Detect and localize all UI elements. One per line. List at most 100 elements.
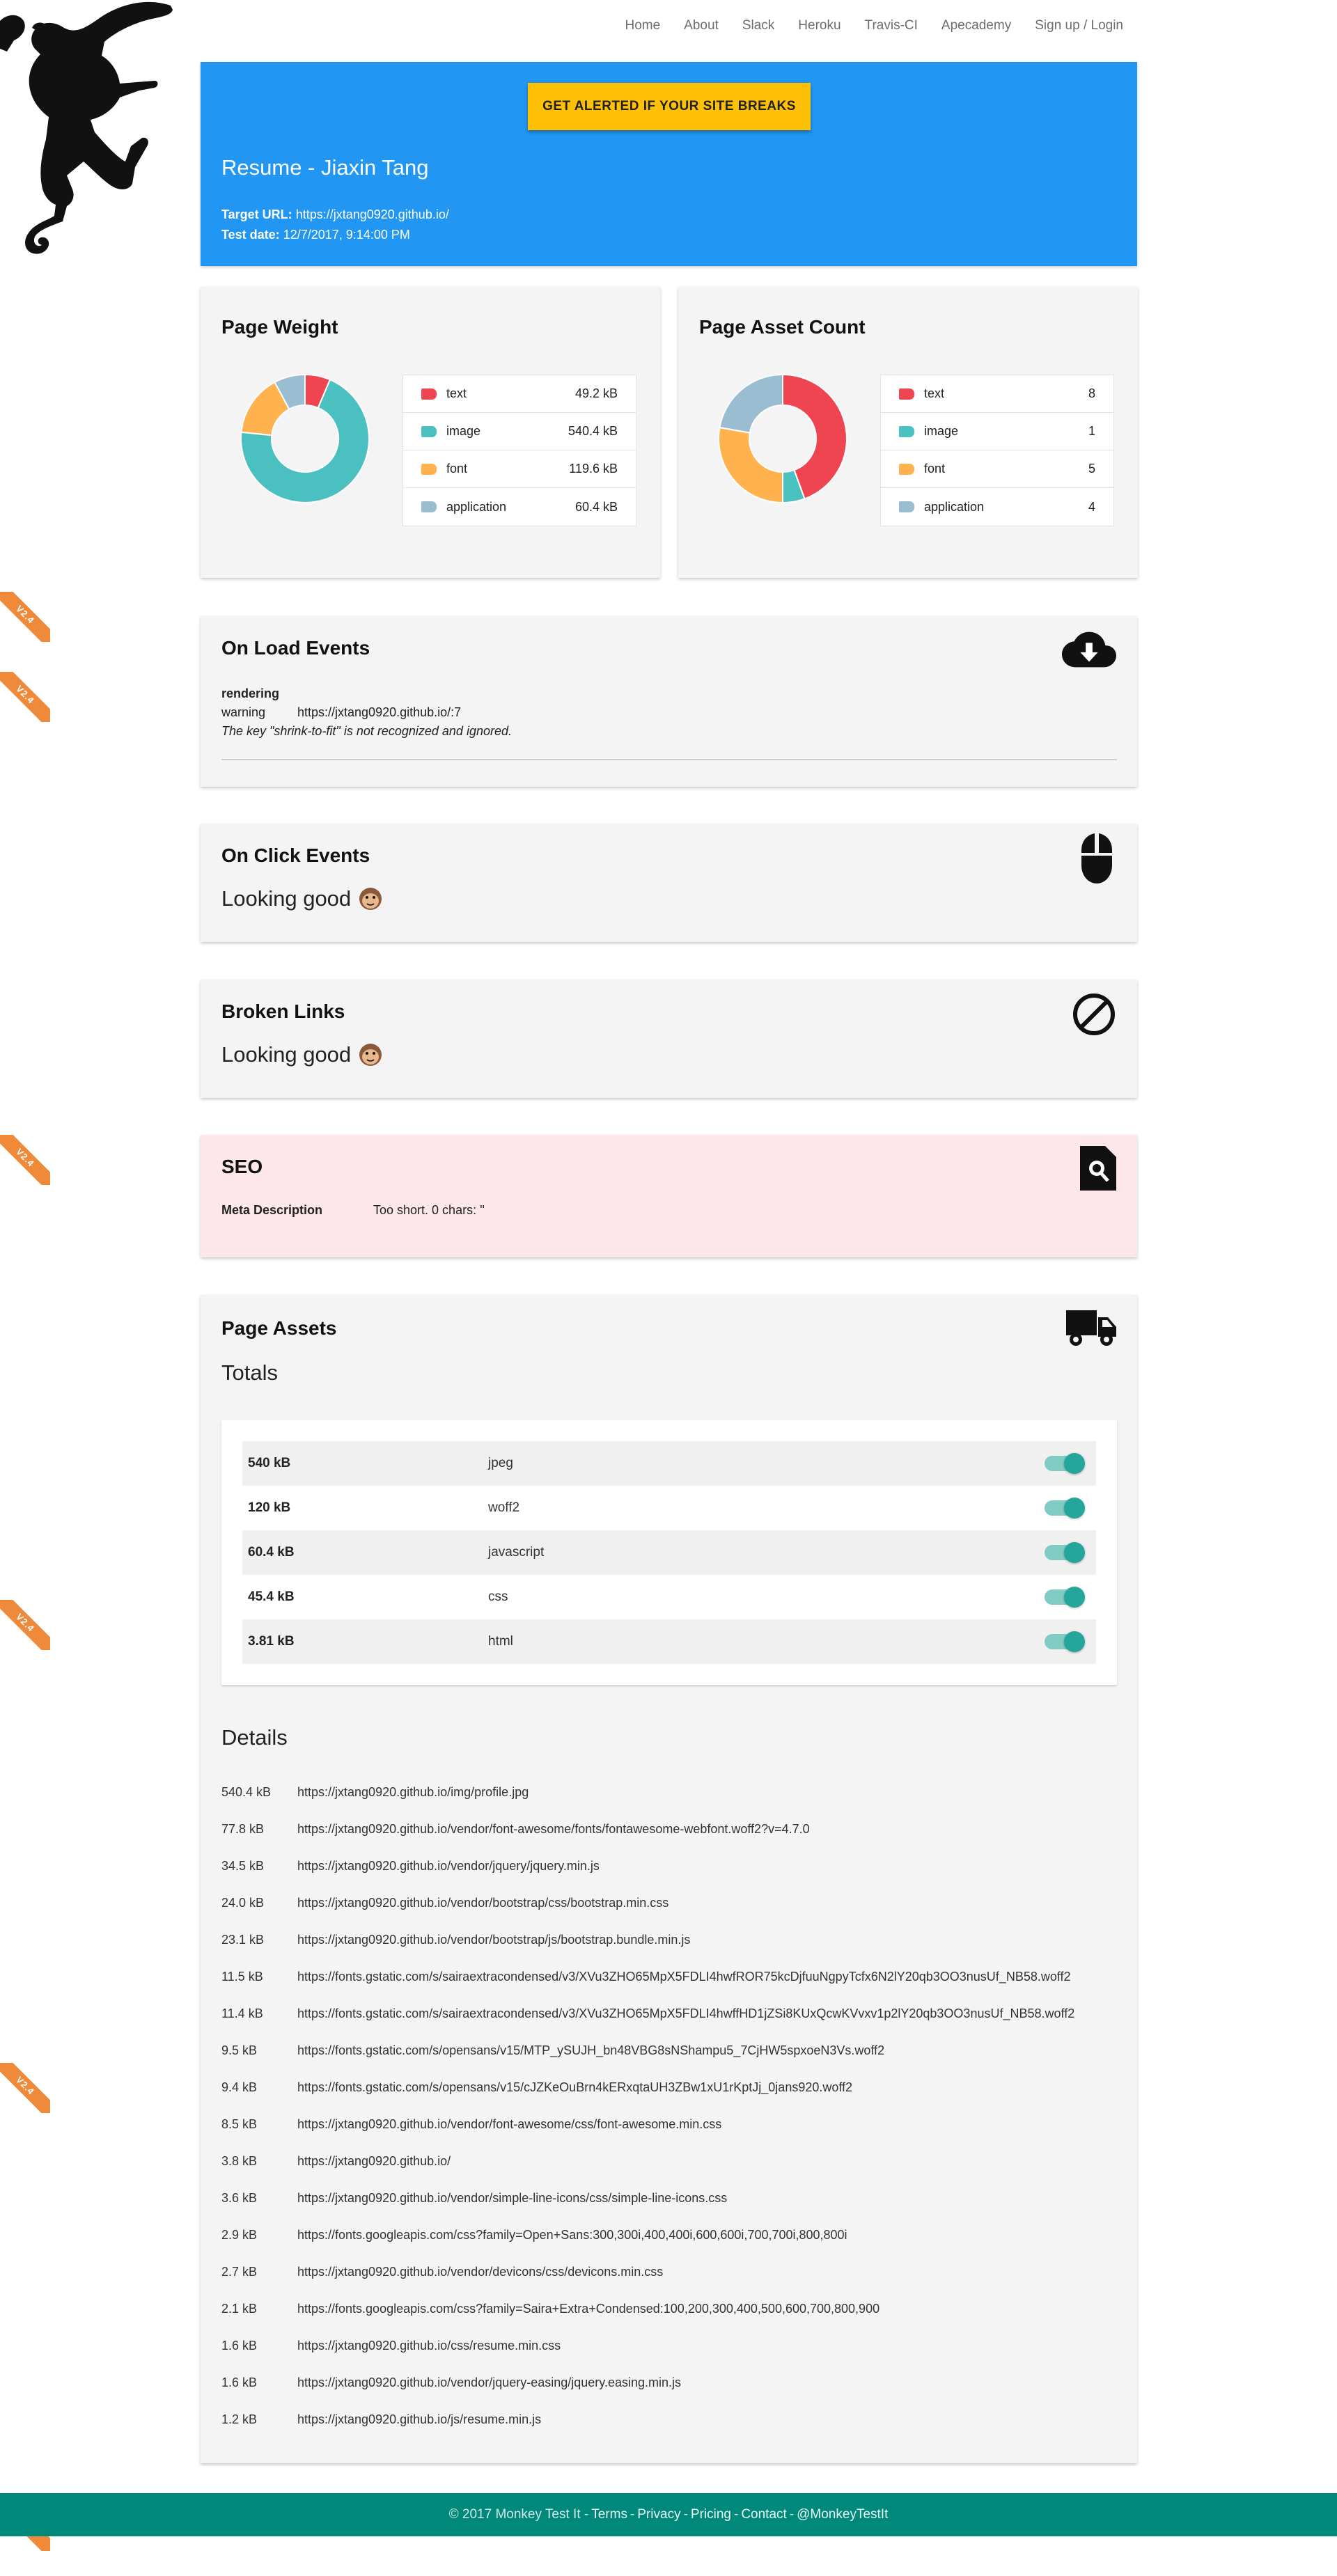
nav-apecademy-link[interactable]: Apecademy — [941, 18, 1011, 33]
tag-icon — [421, 425, 437, 437]
detail-size: 9.4 kB — [221, 2080, 258, 2094]
detail-size: 1.6 kB — [221, 2375, 258, 2389]
type-toggle[interactable] — [1045, 1453, 1085, 1474]
monkey-logo[interactable] — [0, 0, 174, 258]
detail-size: 11.5 kB — [221, 1970, 263, 1984]
detail-url[interactable]: https://fonts.gstatic.com/s/opensans/v15… — [297, 2043, 884, 2058]
footer: © 2017 Monkey Test It - Terms - Privacy … — [0, 2493, 1337, 2536]
page-weight-legend: text 49.2 kB image 540.4 kB font 119.6 kB a… — [402, 375, 636, 526]
type-toggle[interactable] — [1045, 1542, 1085, 1563]
donut-slice-font[interactable] — [718, 426, 783, 504]
detail-size: 8.5 kB — [221, 2117, 258, 2131]
legend-label: font — [446, 462, 468, 476]
detail-size: 540.4 kB — [221, 1785, 272, 1799]
version-ribbon: V2.4 — [0, 672, 50, 722]
detail-url[interactable]: https://jxtang0920.github.io/vendor/font… — [297, 1822, 810, 1837]
detail-url[interactable]: https://jxtang0920.github.io/vendor/jque… — [297, 1859, 600, 1874]
detail-row: 11.5 kB https://fonts.gstatic.com/s/saira… — [221, 1958, 1120, 1995]
detail-size: 23.1 kB — [221, 1933, 265, 1947]
detail-row: 11.4 kB https://fonts.gstatic.com/s/saira… — [221, 1995, 1120, 2032]
footer-pricing-link[interactable]: Pricing — [691, 2507, 731, 2522]
legend-item-image: image 540.4 kB — [403, 413, 636, 450]
detail-url[interactable]: https://jxtang0920.github.io/css/resume.… — [297, 2339, 561, 2353]
test-date-label: Test date: — [221, 228, 280, 242]
target-url-value: https://jxtang0920.github.io/ — [295, 207, 449, 221]
nav-heroku-link[interactable]: Heroku — [798, 18, 840, 33]
type-toggle[interactable] — [1045, 1498, 1085, 1518]
footer-privacy-link[interactable]: Privacy — [637, 2507, 680, 2522]
detail-url[interactable]: https://jxtang0920.github.io/img/profile… — [297, 1785, 529, 1800]
detail-url[interactable]: https://jxtang0920.github.io/js/resume.m… — [297, 2412, 541, 2427]
broken-links-card: Broken Links Looking good — [201, 980, 1137, 1098]
totals-table: 540 kB jpeg 120 kB woff2 60.4 kB javascript 45… — [221, 1420, 1117, 1685]
legend-label: font — [924, 462, 946, 476]
totals-row: 45.4 kB css — [242, 1575, 1096, 1619]
legend-item-application: application 60.4 kB — [403, 488, 636, 526]
event-location: https://jxtang0920.github.io/:7 — [297, 705, 462, 719]
nav-about-link[interactable]: About — [684, 18, 719, 33]
on-click-status: Looking good — [221, 886, 383, 911]
detail-url[interactable]: https://fonts.googleapis.com/css?family=… — [297, 2302, 879, 2316]
monkey-face-icon — [359, 888, 382, 910]
on-load-events-card: On Load Events rendering warning https://… — [201, 616, 1137, 787]
total-size: 540 kB — [248, 1456, 291, 1470]
totals-row: 3.81 kB html — [242, 1619, 1096, 1664]
detail-size: 9.5 kB — [221, 2043, 258, 2057]
footer-terms-link[interactable]: Terms — [591, 2507, 627, 2522]
detail-url[interactable]: https://jxtang0920.github.io/ — [297, 2154, 451, 2169]
tag-icon — [899, 463, 914, 475]
legend-item-image: image 1 — [881, 413, 1113, 450]
nav-slack-link[interactable]: Slack — [742, 18, 774, 33]
on-load-events-title: On Load Events — [221, 637, 370, 659]
monkey-face-icon — [359, 1044, 382, 1066]
nav-home-link[interactable]: Home — [625, 18, 660, 33]
detail-url[interactable]: https://fonts.googleapis.com/css?family=… — [297, 2228, 847, 2243]
version-ribbon: V2.4 — [0, 1135, 50, 1185]
truck-icon — [1066, 1310, 1116, 1346]
legend-value: 5 — [1088, 462, 1095, 476]
detail-url[interactable]: https://jxtang0920.github.io/vendor/boot… — [297, 1933, 690, 1947]
detail-url[interactable]: https://jxtang0920.github.io/vendor/font… — [297, 2117, 721, 2132]
tag-icon — [421, 388, 437, 400]
detail-url[interactable]: https://jxtang0920.github.io/vendor/boot… — [297, 1896, 668, 1910]
on-click-events-title: On Click Events — [221, 845, 370, 866]
total-size: 3.81 kB — [248, 1634, 295, 1649]
legend-value: 49.2 kB — [574, 386, 618, 400]
page-weight-donut-chart — [240, 373, 370, 503]
total-type: html — [488, 1634, 513, 1649]
details-list: 540.4 kB https://jxtang0920.github.io/img… — [221, 1774, 1120, 2438]
nav-signup-link[interactable]: Sign up / Login — [1035, 18, 1123, 33]
detail-url[interactable]: https://fonts.gstatic.com/s/opensans/v15… — [297, 2080, 852, 2095]
footer-contact-link[interactable]: Contact — [741, 2507, 786, 2522]
totals-row: 120 kB woff2 — [242, 1486, 1096, 1530]
detail-row: 3.8 kB https://jxtang0920.github.io/ — [221, 2143, 1120, 2180]
legend-item-text: text 8 — [881, 375, 1113, 413]
nav-travis-link[interactable]: Travis-CI — [865, 18, 918, 33]
detail-size: 2.9 kB — [221, 2228, 258, 2242]
type-toggle[interactable] — [1045, 1631, 1085, 1652]
tag-icon — [899, 425, 914, 437]
detail-url[interactable]: https://jxtang0920.github.io/vendor/devi… — [297, 2265, 663, 2279]
detail-size: 2.7 kB — [221, 2265, 258, 2279]
cloud-download-icon — [1062, 631, 1116, 668]
event-entry: rendering warning https://jxtang0920.gith… — [221, 684, 1117, 760]
detail-size: 2.1 kB — [221, 2302, 258, 2316]
broken-links-status: Looking good — [221, 1042, 383, 1067]
page-weight-title: Page Weight — [221, 316, 338, 338]
total-type: javascript — [488, 1545, 545, 1560]
get-alerted-button[interactable]: GET ALERTED IF YOUR SITE BREAKS — [528, 83, 811, 130]
page-asset-count-title: Page Asset Count — [699, 316, 866, 338]
legend-item-application: application 4 — [881, 488, 1113, 526]
detail-url[interactable]: https://fonts.gstatic.com/s/sairaextraco… — [297, 1970, 1071, 1984]
detail-row: 1.6 kB https://jxtang0920.github.io/css/r… — [221, 2327, 1120, 2364]
detail-url[interactable]: https://jxtang0920.github.io/vendor/jque… — [297, 2375, 681, 2390]
footer-twitter-link[interactable]: @MonkeyTestIt — [797, 2507, 888, 2522]
detail-size: 1.2 kB — [221, 2412, 258, 2426]
version-ribbon: V2.4 — [0, 1600, 50, 1650]
donut-slice-application[interactable] — [719, 373, 783, 434]
detail-url[interactable]: https://jxtang0920.github.io/vendor/simp… — [297, 2191, 727, 2206]
file-search-icon — [1080, 1146, 1116, 1191]
type-toggle[interactable] — [1045, 1587, 1085, 1608]
page-asset-count-legend: text 8 image 1 font 5 application 4 — [880, 375, 1114, 526]
detail-url[interactable]: https://fonts.gstatic.com/s/sairaextraco… — [297, 2006, 1074, 2021]
